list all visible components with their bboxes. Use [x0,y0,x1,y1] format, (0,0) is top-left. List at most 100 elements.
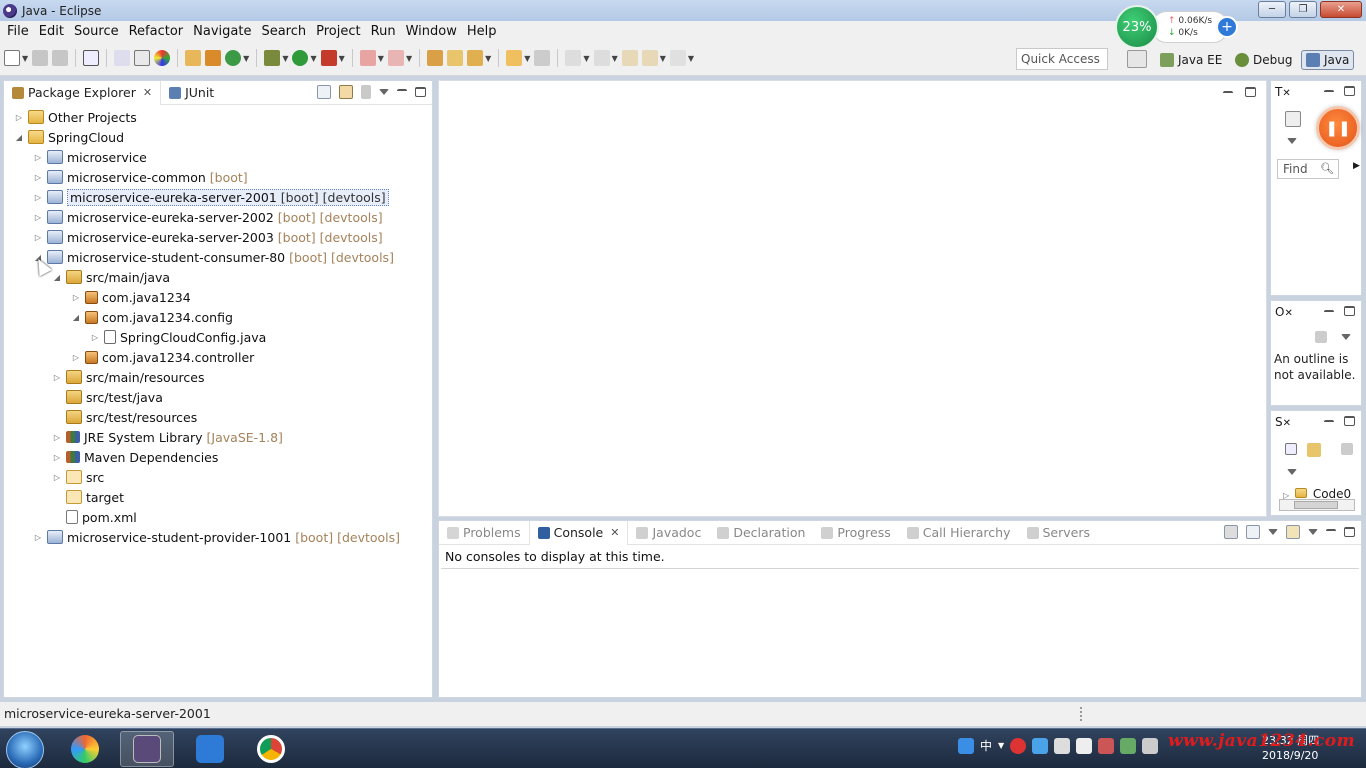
expand-twisty-icon[interactable]: ▷ [33,193,43,202]
horizontal-scrollbar[interactable] [1279,499,1355,511]
new-task-icon[interactable] [1285,111,1301,127]
close-icon[interactable]: ✕ [143,86,152,99]
find-arrow-icon[interactable]: ▶ [1353,161,1360,171]
qq-icon[interactable] [958,737,974,754]
expand-twisty-icon[interactable]: ▷ [33,213,43,222]
palette-icon[interactable] [154,50,171,66]
minimize-view-icon[interactable] [1326,529,1336,539]
close-icon[interactable]: ✕ [1284,308,1292,319]
external-tools-dropdown-icon[interactable]: ▼ [339,54,345,63]
outline-filter-icon[interactable] [1315,331,1327,343]
minimize-button[interactable]: ─ [1258,1,1286,18]
tab-declaration[interactable]: Declaration [709,521,813,545]
menu-run[interactable]: Run [366,24,401,39]
menu-help[interactable]: Help [462,24,502,39]
expand-twisty-icon[interactable]: ◢ [14,133,24,142]
printer-icon[interactable] [1098,737,1115,754]
tree-row[interactable]: src/test/resources [4,407,432,427]
minimize-view-icon[interactable] [397,89,407,99]
status-grip[interactable] [1080,707,1082,721]
search-toolbar-icon[interactable] [467,50,484,66]
tab-console[interactable]: Console ✕ [528,520,629,545]
expand-twisty-icon[interactable]: ▷ [33,533,43,542]
ime-dropdown-icon[interactable]: ▼ [998,741,1004,750]
find-input[interactable]: Find 🔍︎ [1277,159,1339,179]
menu-file[interactable]: File [2,24,34,39]
new-package-icon[interactable] [205,50,222,66]
taskbar-app-chrome[interactable] [244,731,298,767]
open-perspective-icon[interactable] [1127,50,1147,68]
save-all-icon[interactable] [52,50,69,66]
new-java-project-icon[interactable] [185,50,202,66]
tree-row[interactable]: ▷ microservice [4,147,432,167]
new-dropdown-icon[interactable]: ▼ [22,54,28,63]
link-icon[interactable] [1307,443,1321,457]
open-console-dropdown-icon[interactable] [1308,529,1318,535]
save-icon[interactable] [32,50,49,66]
menu-window[interactable]: Window [401,24,462,39]
tree-row[interactable]: ▷ SpringCloudConfig.java [4,327,432,347]
next-annotation-icon[interactable] [565,50,582,66]
open-type-icon[interactable] [427,50,444,66]
tree-row[interactable]: ▷ Other Projects [4,107,432,127]
expand-twisty-icon[interactable]: ▷ [71,353,81,362]
taskbar-app-pinwheel[interactable] [58,731,112,767]
expand-twisty-icon[interactable]: ▷ [52,373,62,382]
quick-access-input[interactable]: Quick Access [1016,48,1108,70]
task-view-menu-icon[interactable] [1287,138,1297,144]
battery-icon[interactable] [1120,737,1137,754]
skip-breakpoints-icon[interactable] [114,50,131,66]
maximize-view-icon[interactable] [1344,86,1355,96]
tree-row[interactable]: ▷ microservice-student-provider-1001 [boot… [4,527,432,547]
display-console-dropdown-icon[interactable] [1268,529,1278,535]
maximize-editor-icon[interactable] [1245,87,1256,97]
open-task-dropdown-icon[interactable]: ▼ [524,54,530,63]
expand-twisty-icon[interactable]: ◢ [71,313,81,322]
minimize-view-icon[interactable] [1324,420,1334,430]
outline-view-menu-icon[interactable] [1341,334,1351,340]
view-menu-icon[interactable] [1287,469,1297,475]
perspective-java-ee[interactable]: Java EE [1156,50,1226,70]
servers-mini-tab[interactable]: S✕ [1275,415,1291,429]
antivirus-icon[interactable] [1010,737,1027,754]
terminal-icon[interactable] [83,50,100,66]
open-folder-icon[interactable] [447,50,464,66]
expand-twisty-icon[interactable]: ▷ [52,453,62,462]
server-dropdown-icon[interactable]: ▼ [378,54,384,63]
tab-junit[interactable]: JUnit [161,81,222,105]
maximize-view-icon[interactable] [1344,416,1355,426]
maximize-button[interactable]: ❐ [1289,1,1317,18]
maximize-view-icon[interactable] [1344,306,1355,316]
perspective-debug[interactable]: Debug [1231,50,1296,70]
pin-console-icon[interactable] [1224,525,1238,539]
outline-tab[interactable]: O✕ [1275,305,1293,319]
back-dropdown-icon[interactable]: ▼ [660,54,666,63]
menu-search[interactable]: Search [256,24,311,39]
tab-problems[interactable]: Problems [439,521,529,545]
external-tools-icon[interactable] [320,50,337,66]
tree-row[interactable]: ▷ microservice-eureka-server-2001 [boot] [… [4,187,432,207]
filter-icon[interactable] [361,85,371,99]
tab-call-hierarchy[interactable]: Call Hierarchy [899,521,1019,545]
prev-annotation-icon[interactable] [593,50,610,66]
open-console-icon[interactable] [1286,525,1300,539]
ime-indicator[interactable]: 中 [980,737,992,754]
tree-row[interactable]: ◢ SpringCloud [4,127,432,147]
tab-javadoc[interactable]: Javadoc [628,521,709,545]
accelerate-icon[interactable]: + [1216,16,1238,38]
toggle-mark-occurrences-icon[interactable] [134,50,151,66]
expand-twisty-icon[interactable]: ▷ [90,333,100,342]
tree-row[interactable]: ▷ src [4,467,432,487]
coverage-dropdown-icon[interactable]: ▼ [406,54,412,63]
tab-package-explorer[interactable]: Package Explorer ✕ [4,80,162,105]
minimize-view-icon[interactable] [1324,310,1334,320]
last-edit-icon[interactable] [621,50,638,66]
search-dropdown-icon[interactable]: ▼ [485,54,491,63]
expand-twisty-icon[interactable]: ▷ [52,473,62,482]
tree-row[interactable]: ▷ microservice-eureka-server-2002 [boot] [… [4,207,432,227]
close-icon[interactable]: ✕ [1283,418,1291,429]
tree-row[interactable]: pom.xml [4,507,432,527]
forward-dropdown-icon[interactable]: ▼ [688,54,694,63]
tree-row[interactable]: ▷ src/main/resources [4,367,432,387]
expand-twisty-icon[interactable]: ◢ [52,273,62,282]
